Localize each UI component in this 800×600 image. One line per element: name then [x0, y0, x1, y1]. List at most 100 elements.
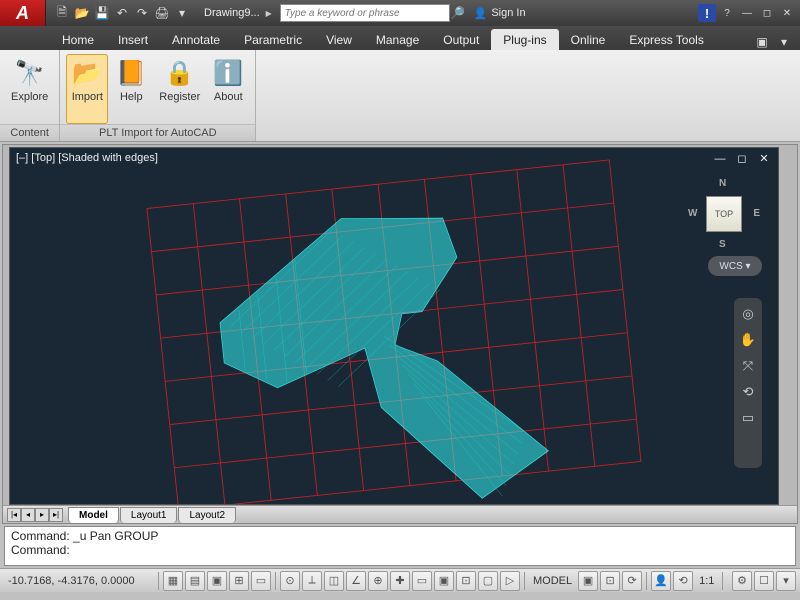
- tab-online[interactable]: Online: [559, 29, 618, 50]
- status-drafting-toggle-8[interactable]: ⊡: [456, 571, 476, 591]
- nav-zoom-icon[interactable]: ⤧: [739, 358, 757, 376]
- status-view-toggle-2[interactable]: ⟳: [622, 571, 642, 591]
- search-input[interactable]: [280, 4, 450, 22]
- status-tray-2[interactable]: ▾: [776, 571, 796, 591]
- ribbon-panel-icon[interactable]: ▣: [754, 34, 770, 50]
- status-drafting-toggle-1[interactable]: ⟂: [302, 571, 322, 591]
- command-prompt[interactable]: Command:: [11, 543, 789, 557]
- status-drafting-toggle-3[interactable]: ∠: [346, 571, 366, 591]
- status-view-toggle-0[interactable]: ▣: [578, 571, 598, 591]
- status-grid-toggle-3[interactable]: ⊞: [229, 571, 249, 591]
- document-title: Drawing9...: [198, 7, 266, 19]
- nav-orbit-icon[interactable]: ⟲: [739, 384, 757, 402]
- qat-more-icon[interactable]: ▾: [174, 5, 190, 21]
- layout-tab-layout2[interactable]: Layout2: [178, 507, 236, 523]
- qat-new-icon[interactable]: 🗎: [54, 5, 70, 21]
- status-anno-toggle-1[interactable]: ⟲: [673, 571, 693, 591]
- qat-print-icon[interactable]: 🖨: [154, 5, 170, 21]
- status-drafting-toggle-0[interactable]: ⊙: [280, 571, 300, 591]
- title-dropdown-icon[interactable]: ▶: [266, 9, 276, 18]
- tab-plug-ins[interactable]: Plug-ins: [491, 29, 558, 50]
- tab-output[interactable]: Output: [431, 29, 491, 50]
- ribbon-expand-icon[interactable]: ▾: [776, 34, 792, 50]
- layout-tab-layout1[interactable]: Layout1: [120, 507, 178, 523]
- status-grid-toggle-4[interactable]: ▭: [251, 571, 271, 591]
- compass-n[interactable]: N: [719, 178, 726, 189]
- compass-e[interactable]: E: [753, 208, 760, 219]
- tab-insert[interactable]: Insert: [106, 29, 160, 50]
- ribbon-import-button[interactable]: 📂Import: [66, 54, 108, 124]
- nav-pan-icon[interactable]: ✋: [739, 332, 757, 350]
- layout-tab-strip: |◂ ◂ ▸ ▸| ModelLayout1Layout2: [3, 505, 797, 523]
- tab-home[interactable]: Home: [50, 29, 106, 50]
- status-drafting-toggle-6[interactable]: ▭: [412, 571, 432, 591]
- ribbon-about-button[interactable]: ℹ️About: [207, 54, 249, 124]
- sign-in-label: Sign In: [491, 7, 525, 19]
- close-button[interactable]: ✕: [778, 5, 796, 21]
- viewport[interactable]: [–] [Top] [Shaded with edges] — ◻ ✕: [9, 147, 779, 505]
- user-icon: 👤: [474, 7, 488, 20]
- register-icon: 🔒: [164, 57, 196, 89]
- nav-wheel-icon[interactable]: ◎: [739, 306, 757, 324]
- tab-manage[interactable]: Manage: [364, 29, 431, 50]
- explore-icon: 🔭: [14, 57, 46, 89]
- tab-view[interactable]: View: [314, 29, 364, 50]
- tab-first-button[interactable]: |◂: [7, 508, 21, 522]
- status-coordinates[interactable]: -10.7168, -4.3176, 0.0000: [4, 575, 154, 587]
- compass-s[interactable]: S: [719, 239, 726, 250]
- maximize-button[interactable]: ◻: [758, 5, 776, 21]
- status-drafting-toggle-10[interactable]: ▷: [500, 571, 520, 591]
- minimize-button[interactable]: —: [738, 5, 756, 21]
- qat-redo-icon[interactable]: ↷: [134, 5, 150, 21]
- status-tray-0[interactable]: ⚙: [732, 571, 752, 591]
- qat-save-icon[interactable]: 💾: [94, 5, 110, 21]
- viewport-label[interactable]: [–] [Top] [Shaded with edges]: [16, 152, 158, 164]
- command-history-line: Command: _u Pan GROUP: [11, 529, 789, 543]
- about-icon: ℹ️: [212, 57, 244, 89]
- status-drafting-toggle-5[interactable]: ✚: [390, 571, 410, 591]
- tab-last-button[interactable]: ▸|: [49, 508, 63, 522]
- viewcube-top-face[interactable]: TOP: [706, 196, 742, 232]
- status-model-space[interactable]: MODEL: [529, 575, 576, 587]
- compass-w[interactable]: W: [688, 208, 697, 219]
- nav-showmotion-icon[interactable]: ▭: [739, 410, 757, 428]
- sign-in-button[interactable]: 👤 Sign In: [466, 7, 534, 20]
- status-drafting-toggle-9[interactable]: ▢: [478, 571, 498, 591]
- status-view-toggle-1[interactable]: ⊡: [600, 571, 620, 591]
- tab-parametric[interactable]: Parametric: [232, 29, 314, 50]
- status-tray-1[interactable]: ☐: [754, 571, 774, 591]
- status-drafting-toggle-4[interactable]: ⊕: [368, 571, 388, 591]
- viewport-restore-icon[interactable]: ◻: [734, 152, 750, 166]
- ribbon-help-button[interactable]: 📙Help: [110, 54, 152, 124]
- tab-prev-button[interactable]: ◂: [21, 508, 35, 522]
- command-line[interactable]: Command: _u Pan GROUP Command:: [4, 526, 796, 566]
- viewport-close-icon[interactable]: ✕: [756, 152, 772, 166]
- status-grid-toggle-1[interactable]: ▤: [185, 571, 205, 591]
- help-icon: 📙: [115, 57, 147, 89]
- status-grid-toggle-2[interactable]: ▣: [207, 571, 227, 591]
- tab-annotate[interactable]: Annotate: [160, 29, 232, 50]
- status-anno-toggle-0[interactable]: 👤: [651, 571, 671, 591]
- status-drafting-toggle-2[interactable]: ◫: [324, 571, 344, 591]
- ribbon-explore-button[interactable]: 🔭Explore: [6, 54, 53, 124]
- viewport-minimize-icon[interactable]: —: [712, 152, 728, 166]
- status-scale[interactable]: 1:1: [695, 575, 718, 587]
- wcs-dropdown[interactable]: WCS ▾: [708, 256, 762, 276]
- model-canvas[interactable]: [10, 148, 778, 505]
- qat-undo-icon[interactable]: ↶: [114, 5, 130, 21]
- ribbon-register-button[interactable]: 🔒Register: [154, 54, 205, 124]
- app-logo[interactable]: A: [0, 0, 46, 26]
- status-grid-toggle-0[interactable]: ▦: [163, 571, 183, 591]
- viewcube[interactable]: N E S W TOP: [688, 178, 760, 250]
- navigation-bar: ◎ ✋ ⤧ ⟲ ▭: [734, 298, 762, 468]
- tab-next-button[interactable]: ▸: [35, 508, 49, 522]
- search-go-icon[interactable]: 🔎: [450, 5, 466, 21]
- tab-express-tools[interactable]: Express Tools: [617, 29, 715, 50]
- help-icon[interactable]: ?: [718, 5, 736, 21]
- layout-tab-model[interactable]: Model: [68, 507, 119, 523]
- ribbon-group-title: PLT Import for AutoCAD: [60, 124, 255, 141]
- qat-open-icon[interactable]: 📂: [74, 5, 90, 21]
- ribbon-group-title: Content: [0, 124, 59, 141]
- status-drafting-toggle-7[interactable]: ▣: [434, 571, 454, 591]
- infocenter-icon[interactable]: !: [698, 4, 716, 22]
